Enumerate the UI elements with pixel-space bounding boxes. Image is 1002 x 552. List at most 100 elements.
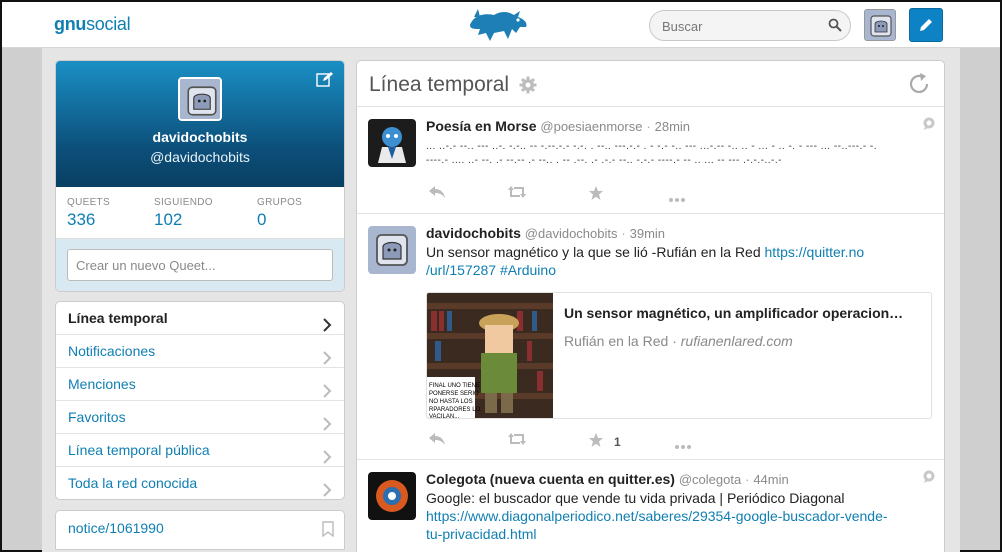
favorite-count: 1 [614, 435, 621, 449]
compose-queet-button[interactable] [909, 8, 943, 42]
author-name[interactable]: Colegota (nueva cuenta en quitter.es) [426, 471, 675, 487]
notice-link[interactable]: notice/1061990 [68, 520, 164, 536]
profile-avatar[interactable] [178, 77, 222, 121]
sidebar-menu: Línea temporal Notificaciones Menciones … [55, 301, 345, 500]
stat-value: 336 [67, 210, 96, 229]
search-icon[interactable] [828, 18, 842, 37]
more-options-icon[interactable] [674, 437, 692, 455]
timeline-panel: Línea temporal Poesía en Morse @poesiaen… [356, 60, 945, 552]
queet-author-avatar[interactable] [368, 226, 416, 274]
queet-author-avatar[interactable] [368, 472, 416, 520]
stat-label: QUEETS [67, 197, 110, 208]
timeline-header: Línea temporal [357, 61, 944, 107]
requeet-icon[interactable] [508, 185, 526, 204]
queet-text-body: Google: el buscador que vende tu vida pr… [426, 490, 845, 506]
user-avatar[interactable] [864, 9, 896, 41]
reply-icon[interactable] [428, 432, 446, 451]
menu-item-favorites[interactable]: Favoritos [56, 401, 344, 434]
author-handle[interactable]: @colegota [679, 472, 741, 487]
separator-dot: · [621, 226, 626, 241]
thumbnail-caption: VACILAN... [429, 414, 460, 419]
search-box [649, 10, 851, 41]
more-options-icon[interactable] [668, 190, 686, 208]
queet-header: Poesía en Morse @poesiaenmorse · 28min [426, 118, 690, 134]
top-bar: gnusocial [2, 2, 1000, 48]
site-logo[interactable]: gnusocial [54, 14, 131, 35]
link-preview-card[interactable]: FINAL UNO TIENE PONERSE SERIO NO HASTA L… [426, 292, 932, 419]
queet-header: Colegota (nueva cuenta en quitter.es) @c… [426, 471, 789, 487]
timeline-title: Línea temporal [369, 73, 510, 96]
queet-link[interactable]: https://quitter.no [765, 244, 865, 260]
menu-item-notifications[interactable]: Notificaciones [56, 335, 344, 368]
author-name[interactable]: davidochobits [426, 225, 521, 241]
link-preview-site-name: Rufián en la Red [564, 333, 669, 349]
menu-item-label: Notificaciones [68, 343, 156, 359]
profile-card: davidochobits @davidochobits QUEETS 336 … [55, 60, 345, 292]
bookmark-icon[interactable] [322, 521, 334, 542]
queet-text: ... ..-.- --.. --- ..-. -.-.. -- -.--.-.… [426, 140, 926, 168]
profile-handle: @davidochobits [150, 149, 250, 165]
queet-text-line: ... ..-.- --.. --- ..-. -.-.. -- -.--.-.… [426, 141, 878, 152]
menu-item-label: Menciones [68, 376, 136, 392]
menu-item-public-timeline[interactable]: Línea temporal pública [56, 434, 344, 467]
saved-notice-item[interactable]: notice/1061990 [55, 510, 345, 550]
stat-value: 0 [257, 210, 267, 229]
conversation-bubble-icon[interactable] [922, 470, 936, 489]
separator-dot: · [672, 333, 681, 349]
queet-timestamp[interactable]: 39min [630, 226, 665, 241]
queet-link-continued[interactable]: /url/157287 [426, 262, 496, 278]
queet-text: Google: el buscador que vende tu vida pr… [426, 489, 926, 543]
stat-label: GRUPOS [257, 197, 303, 208]
queet-timestamp[interactable]: 28min [655, 119, 690, 134]
reload-icon[interactable] [906, 71, 932, 102]
favorite-star-icon[interactable] [588, 432, 604, 453]
author-handle[interactable]: @davidochobits [525, 226, 618, 241]
menu-item-label: Toda la red conocida [68, 475, 198, 491]
link-preview-title[interactable]: Un sensor magnético, un amplificador ope… [564, 305, 903, 321]
hashtag-link[interactable]: #Arduino [500, 262, 556, 278]
separator-dot: · [646, 119, 651, 134]
compose-area [56, 239, 344, 291]
favorite-star-icon[interactable] [588, 185, 604, 206]
stat-queets[interactable]: QUEETS 336 [67, 197, 110, 230]
profile-stats: QUEETS 336 SIGUIENDO 102 GRUPOS 0 [56, 187, 344, 239]
thumbnail-caption: FINAL UNO TIENE [429, 383, 480, 389]
profile-name[interactable]: davidochobits [56, 129, 344, 145]
menu-item-label: Línea temporal [68, 310, 168, 326]
conversation-bubble-icon[interactable] [922, 117, 936, 136]
queet-item[interactable]: davidochobits @davidochobits · 39min Un … [357, 214, 944, 460]
chevron-right-icon [322, 476, 332, 499]
profile-banner: davidochobits @davidochobits [56, 61, 344, 187]
logo-text-gnu: gnu [54, 14, 87, 34]
author-handle[interactable]: @poesiaenmorse [540, 119, 642, 134]
queet-text: Un sensor magnético y la que se lió -Ruf… [426, 243, 896, 279]
gnu-mascot-icon [464, 5, 532, 50]
menu-item-mentions[interactable]: Menciones [56, 368, 344, 401]
queet-author-avatar[interactable] [368, 119, 416, 167]
stat-label: SIGUIENDO [154, 197, 213, 208]
queet-item[interactable]: Colegota (nueva cuenta en quitter.es) @c… [357, 460, 944, 552]
thumbnail-caption: NO HASTA LOS [429, 399, 473, 405]
queet-link[interactable]: https://www.diagonalperiodico.net/sabere… [426, 507, 926, 525]
link-preview-domain: rufianenlared.com [680, 333, 793, 349]
thumbnail-caption: PONERSE SERIO [429, 391, 479, 397]
stat-following[interactable]: SIGUIENDO 102 [154, 197, 213, 230]
menu-item-whole-network[interactable]: Toda la red conocida [56, 467, 344, 499]
search-input[interactable] [662, 17, 822, 35]
stat-groups[interactable]: GRUPOS 0 [257, 197, 302, 230]
link-preview-source: Rufián en la Red · rufianenlared.com [564, 333, 793, 349]
logo-text-social: social [86, 14, 131, 34]
separator-dot: · [745, 472, 750, 487]
queet-item[interactable]: Poesía en Morse @poesiaenmorse · 28min .… [357, 107, 944, 214]
menu-item-label: Favoritos [68, 409, 126, 425]
requeet-icon[interactable] [508, 432, 526, 451]
author-name[interactable]: Poesía en Morse [426, 118, 537, 134]
compose-queet-input[interactable] [67, 249, 333, 281]
edit-profile-icon[interactable] [316, 71, 334, 92]
menu-item-timeline[interactable]: Línea temporal [56, 302, 344, 335]
queet-link-continued[interactable]: tu-privacidad.html [426, 525, 926, 543]
queet-timestamp[interactable]: 44min [753, 472, 788, 487]
reply-icon[interactable] [428, 185, 446, 204]
menu-item-label: Línea temporal pública [68, 442, 210, 458]
gear-icon[interactable] [519, 76, 537, 99]
